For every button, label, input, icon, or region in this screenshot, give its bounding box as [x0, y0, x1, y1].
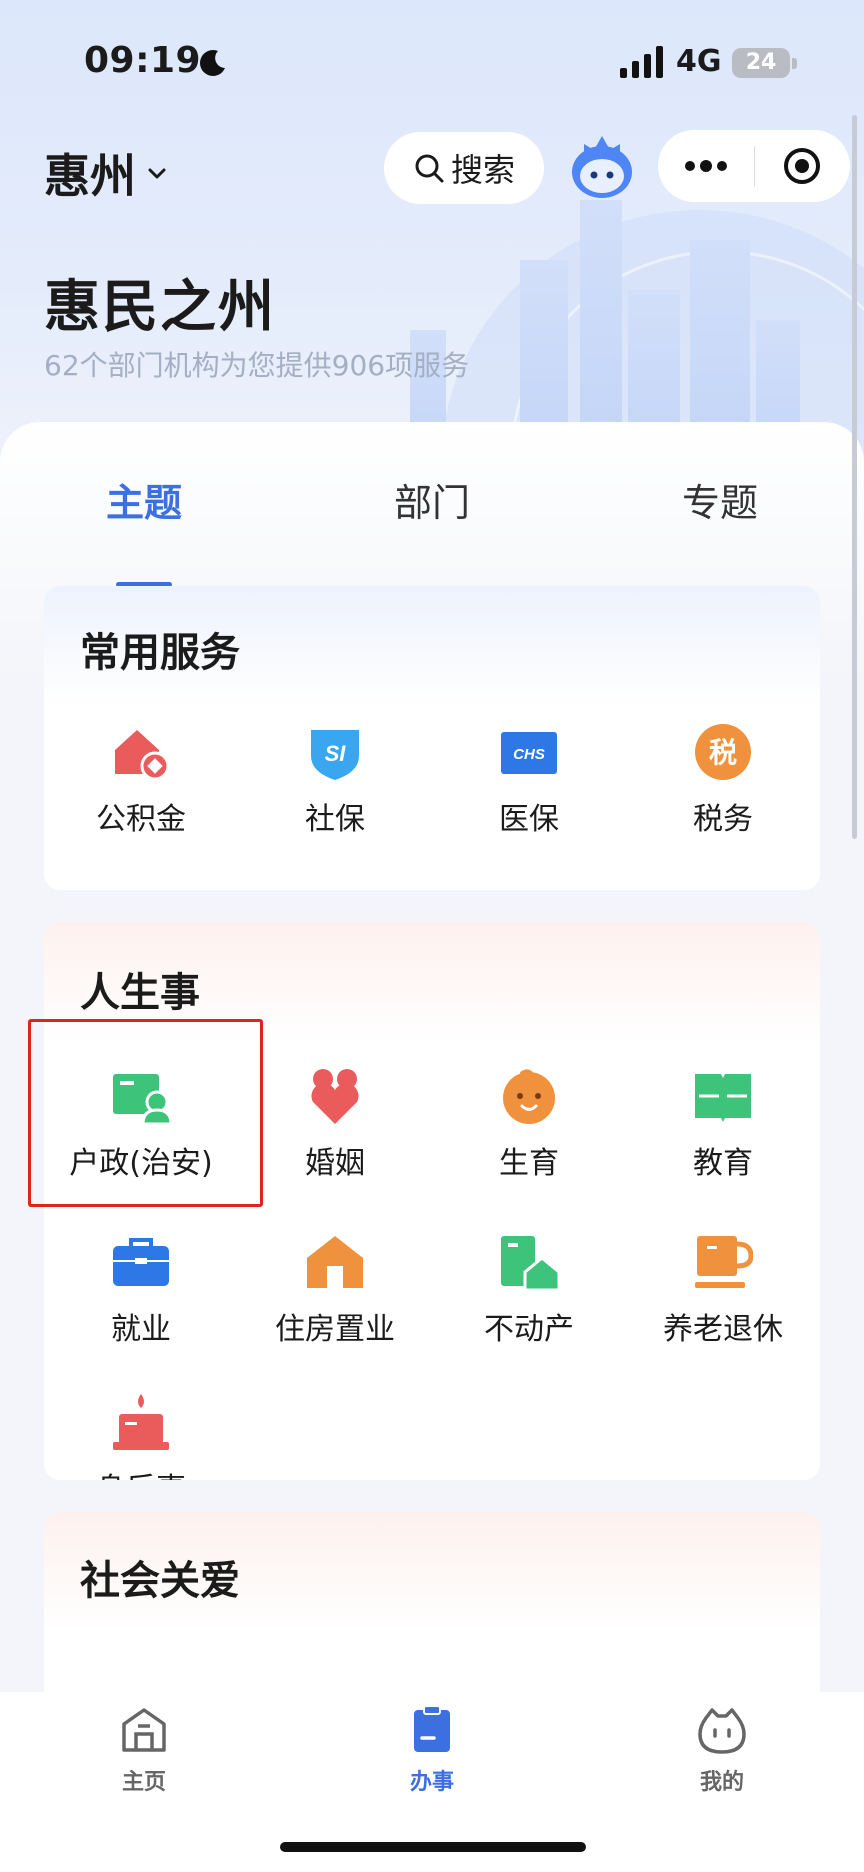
social-security-icon: SI — [305, 722, 365, 782]
nav-label: 主页 — [121, 1770, 166, 1795]
service-funeral[interactable]: 身后事 — [44, 1392, 238, 1480]
service-social-security[interactable]: SI 社保 — [238, 722, 432, 838]
briefcase-icon — [111, 1232, 171, 1292]
marriage-icon — [305, 1066, 365, 1126]
nav-label: 办事 — [409, 1770, 454, 1795]
close-miniprogram-button[interactable] — [755, 130, 851, 202]
social-care-card: 社会关爱 — [44, 1512, 820, 1712]
battery-indicator: 24 — [732, 48, 790, 78]
search-button[interactable]: 搜索 — [384, 132, 544, 204]
service-label: 就业 — [111, 1312, 171, 1347]
nav-profile[interactable]: 我的 — [652, 1704, 792, 1796]
tax-icon-text: 税 — [709, 736, 737, 769]
tab-special[interactable]: 专题 — [620, 472, 820, 527]
battery-cap — [792, 58, 797, 69]
scrollbar[interactable] — [852, 115, 857, 839]
service-label: 婚姻 — [305, 1146, 365, 1181]
life-events-card: 人生事 户政(治安) 婚姻 生育 教育 就业 住房置业 不动产 养老退休 — [44, 922, 820, 1480]
service-label: 公积金 — [96, 802, 186, 837]
city-label: 惠州 — [44, 149, 136, 203]
service-employment[interactable]: 就业 — [44, 1232, 238, 1348]
miniprogram-capsule — [658, 130, 850, 202]
service-label: 身后事 — [44, 1464, 238, 1480]
service-marriage[interactable]: 婚姻 — [238, 1066, 432, 1182]
common-services-card: 常用服务 公积金 SI 社保 CHS 医保 税 税务 — [44, 586, 820, 890]
teacup-icon — [693, 1232, 753, 1292]
chevron-down-icon — [148, 168, 166, 179]
more-dots-icon — [684, 160, 727, 172]
assistant-mascot-icon[interactable] — [566, 130, 638, 202]
hero-subtitle: 62个部门机构为您提供906项服务 — [44, 349, 470, 382]
service-label: 社保 — [305, 802, 365, 837]
service-childbirth[interactable]: 生育 — [432, 1066, 626, 1182]
social-care-title: 社会关爱 — [80, 1558, 240, 1604]
service-label: 医保 — [499, 802, 559, 837]
city-selector[interactable]: 惠州 — [44, 140, 168, 206]
tab-theme[interactable]: 主题 — [44, 472, 244, 527]
candle-icon — [111, 1392, 171, 1452]
clipboard-icon — [414, 1705, 450, 1752]
service-label: 税务 — [693, 802, 753, 837]
home-indicator[interactable] — [280, 1842, 586, 1852]
household-registration-icon — [111, 1066, 171, 1126]
category-tabs: 主题 部门 专题 — [0, 472, 864, 587]
target-icon — [784, 148, 821, 184]
service-education[interactable]: 教育 — [626, 1066, 820, 1182]
housing-fund-icon — [111, 722, 171, 782]
profile-icon — [698, 1708, 746, 1754]
book-icon — [693, 1066, 753, 1126]
network-label: 4G — [676, 44, 722, 79]
nav-services[interactable]: 办事 — [362, 1704, 502, 1796]
baby-icon — [499, 1066, 559, 1126]
service-medical-insurance[interactable]: CHS 医保 — [432, 722, 626, 838]
service-household-registration[interactable]: 户政(治安) — [44, 1066, 238, 1182]
service-label: 不动产 — [484, 1312, 574, 1347]
nav-home[interactable]: 主页 — [74, 1704, 214, 1796]
real-estate-icon — [499, 1232, 559, 1292]
search-icon — [415, 154, 444, 183]
service-label: 养老退休 — [663, 1312, 783, 1347]
moon-icon — [200, 50, 225, 76]
life-events-title: 人生事 — [80, 970, 200, 1016]
hero-title: 惠民之州 — [44, 275, 276, 340]
service-retirement[interactable]: 养老退休 — [626, 1232, 820, 1348]
main-panel: 主题 部门 专题 常用服务 公积金 SI 社保 CHS 医保 税 税务 人生事 … — [0, 422, 864, 1712]
service-label: 户政(治安) — [69, 1146, 213, 1181]
service-housing[interactable]: 住房置业 — [238, 1232, 432, 1348]
more-button[interactable] — [658, 130, 754, 202]
search-label: 搜索 — [450, 151, 515, 189]
service-housing-fund[interactable]: 公积金 — [44, 722, 238, 838]
medical-insurance-icon-text: CHS — [513, 746, 545, 763]
service-label: 教育 — [693, 1146, 753, 1181]
social-security-icon-text: SI — [325, 741, 347, 766]
tax-icon: 税 — [693, 722, 753, 782]
service-label: 生育 — [499, 1146, 559, 1181]
common-services-title: 常用服务 — [80, 630, 240, 676]
status-time: 09:19 — [84, 40, 202, 81]
signal-icon — [620, 46, 663, 78]
home-icon — [122, 1708, 166, 1752]
nav-label: 我的 — [699, 1770, 744, 1795]
service-label: 住房置业 — [275, 1312, 395, 1347]
service-tax[interactable]: 税 税务 — [626, 722, 820, 838]
medical-insurance-icon: CHS — [499, 722, 559, 782]
tab-department[interactable]: 部门 — [332, 472, 532, 527]
house-icon — [305, 1232, 365, 1292]
service-real-estate[interactable]: 不动产 — [432, 1232, 626, 1348]
